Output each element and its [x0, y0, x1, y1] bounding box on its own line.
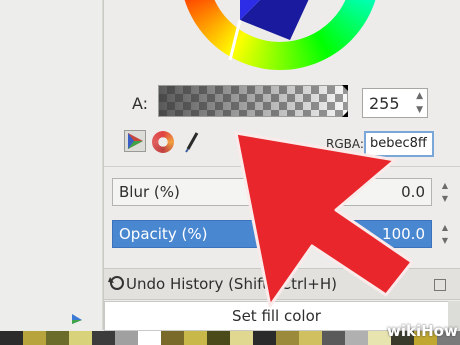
spin-down-icon[interactable]: ▼ — [442, 194, 448, 203]
alpha-slider-marker[interactable] — [342, 85, 348, 91]
wheel-mode-icon[interactable] — [152, 131, 174, 153]
spin-down-icon[interactable]: ▼ — [416, 105, 423, 115]
palette-swatch[interactable] — [92, 331, 115, 345]
opacity-spinbox[interactable]: ▲ ▼ — [432, 220, 450, 248]
palette-swatch[interactable] — [69, 331, 92, 345]
blur-spinbox[interactable]: ▲ ▼ — [432, 178, 450, 206]
alpha-slider-marker[interactable] — [342, 111, 348, 117]
alpha-value[interactable]: 255 — [369, 94, 400, 113]
close-icon[interactable] — [434, 279, 446, 291]
opacity-label: Opacity (%) — [119, 225, 208, 243]
canvas-edge — [0, 0, 104, 330]
palette-swatch[interactable] — [115, 331, 138, 345]
palette-swatch[interactable] — [345, 331, 368, 345]
triangle-mode-icon[interactable] — [124, 130, 146, 152]
blur-value[interactable]: 0.0 — [401, 183, 425, 201]
palette-swatch[interactable] — [23, 331, 46, 345]
alpha-spinbox[interactable]: 255 ▲ ▼ — [362, 88, 428, 118]
color-picker-icon[interactable] — [185, 131, 199, 158]
alpha-label: A: — [132, 94, 149, 113]
spin-up-icon[interactable]: ▲ — [416, 91, 423, 101]
rgba-label: RGBA: — [326, 137, 364, 151]
spin-down-icon[interactable]: ▼ — [442, 236, 448, 245]
spin-up-icon[interactable]: ▲ — [442, 181, 448, 190]
undo-history-header[interactable]: Undo History (Shift+Ctrl+H) — [104, 268, 460, 300]
alpha-slider[interactable] — [158, 85, 348, 117]
opacity-slider[interactable]: Opacity (%) 100.0 — [112, 220, 432, 248]
corner-arrow-icon[interactable] — [70, 312, 84, 330]
palette-swatch[interactable] — [0, 331, 23, 345]
blur-label: Blur (%) — [119, 183, 180, 201]
color-triangle[interactable] — [180, 0, 380, 70]
color-wheel[interactable] — [180, 0, 380, 70]
watermark: wikiHow — [387, 322, 458, 340]
palette-swatch[interactable] — [161, 331, 184, 345]
spin-up-icon[interactable]: ▲ — [442, 223, 448, 232]
palette-swatch[interactable] — [46, 331, 69, 345]
palette-swatch[interactable] — [138, 331, 161, 345]
opacity-value[interactable]: 100.0 — [382, 225, 425, 243]
rgba-input[interactable]: bebec8ff — [364, 131, 434, 157]
palette-swatch[interactable] — [184, 331, 207, 345]
palette-swatch[interactable] — [299, 331, 322, 345]
blur-slider[interactable]: Blur (%) 0.0 — [112, 178, 432, 206]
divider — [104, 166, 460, 167]
palette-swatch[interactable] — [253, 331, 276, 345]
undo-history-icon — [108, 274, 126, 296]
palette-swatch[interactable] — [322, 331, 345, 345]
palette-swatch[interactable] — [230, 331, 253, 345]
undo-history-title: Undo History (Shift+Ctrl+H) — [126, 275, 337, 293]
palette-swatch[interactable] — [276, 331, 299, 345]
palette-swatch[interactable] — [207, 331, 230, 345]
